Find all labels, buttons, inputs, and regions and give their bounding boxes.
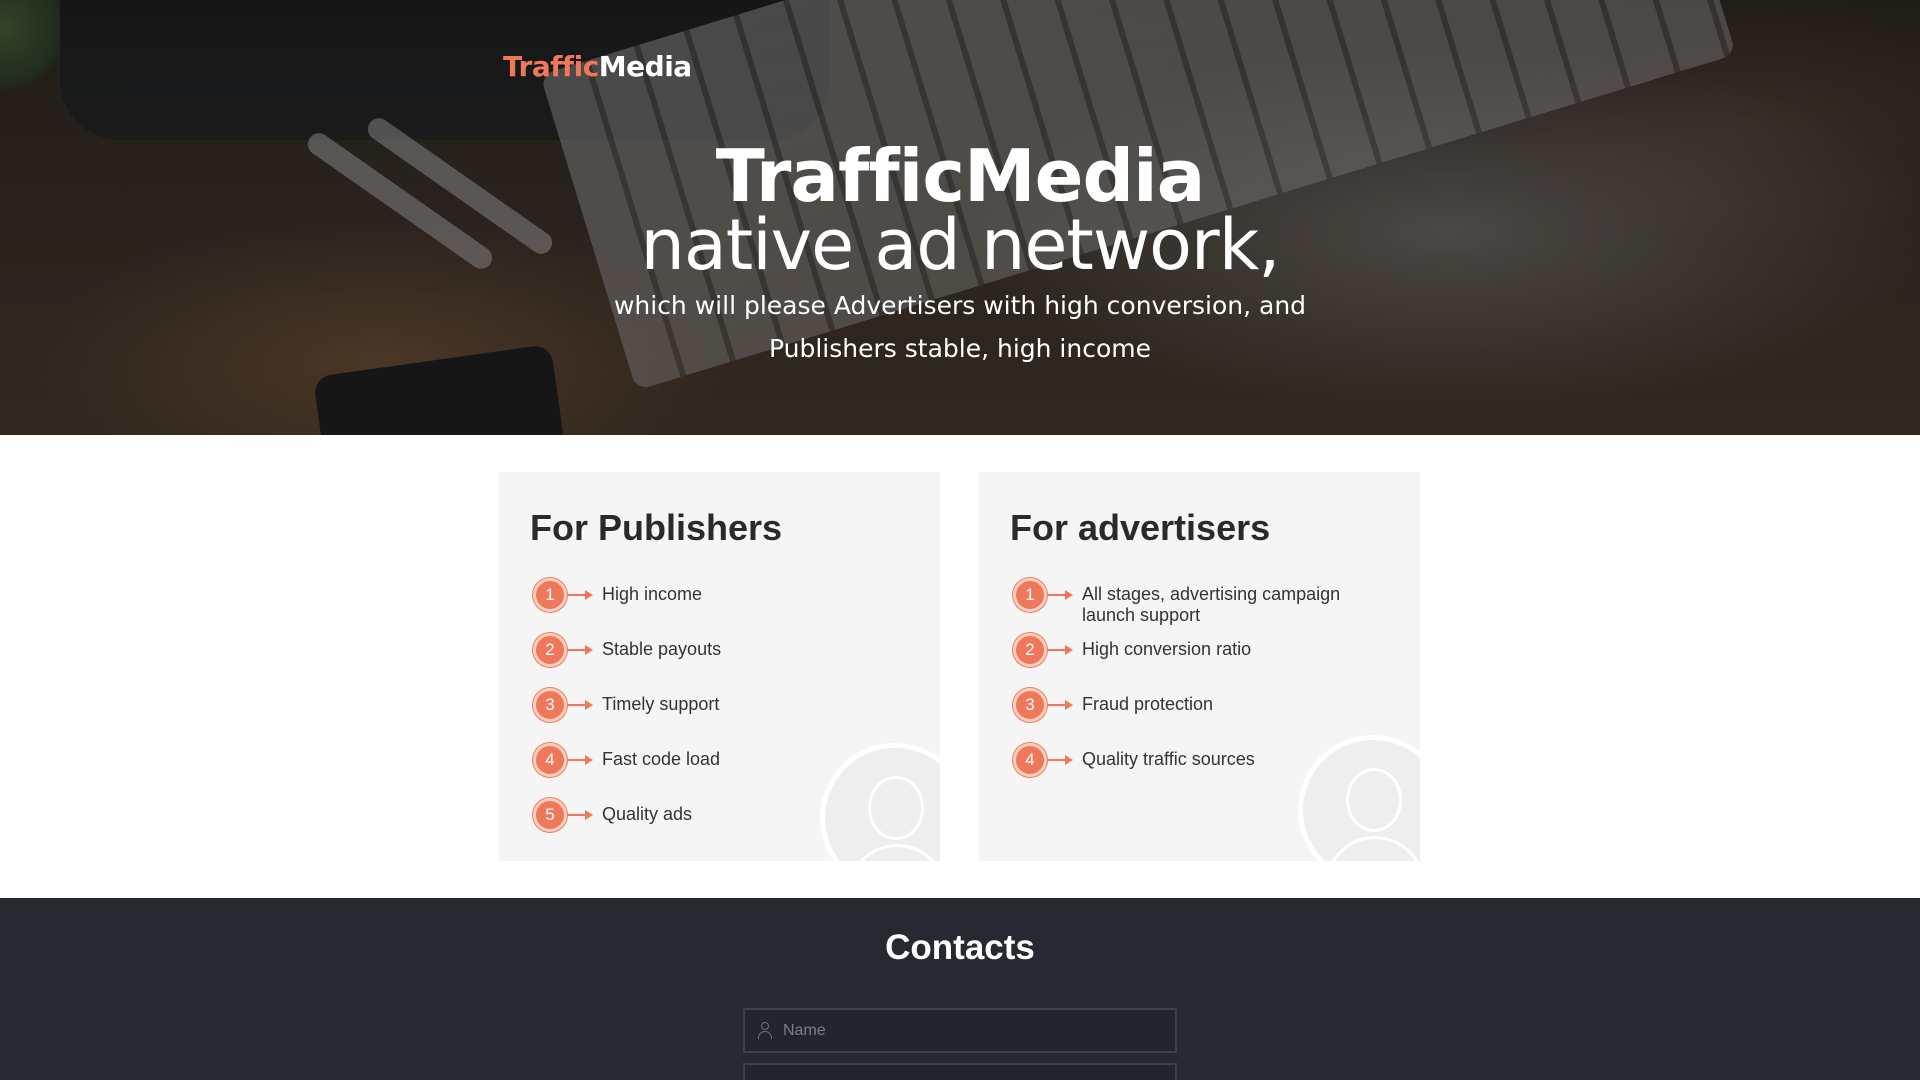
list-item-label: All stages, advertising campaign launch … bbox=[1082, 584, 1341, 625]
number-badge: 3 bbox=[533, 688, 567, 722]
number-badge: 1 bbox=[1013, 578, 1047, 612]
publishers-card: For Publishers 1 High income 2 Stable pa… bbox=[499, 472, 940, 861]
number-badge: 4 bbox=[1013, 743, 1047, 777]
list-item: 3 Timely support bbox=[533, 688, 933, 743]
hero-banner: TrafficMedia TrafficMedia native ad netw… bbox=[0, 0, 1920, 435]
list-item: 1 High income bbox=[533, 578, 933, 633]
arrow-icon bbox=[567, 590, 593, 600]
list-item: 1 All stages, advertising campaign launc… bbox=[1013, 578, 1413, 633]
number-badge: 3 bbox=[1013, 688, 1047, 722]
user-icon bbox=[757, 1022, 773, 1040]
number-badge: 2 bbox=[533, 633, 567, 667]
advertisers-title: For advertisers bbox=[1010, 507, 1271, 548]
number-badge: 2 bbox=[1013, 633, 1047, 667]
logo-part-media: Media bbox=[598, 50, 692, 83]
arrow-icon bbox=[567, 755, 593, 765]
list-item: 3 Fraud protection bbox=[1013, 688, 1413, 743]
advertisers-card: For advertisers 1 All stages, advertisin… bbox=[979, 472, 1420, 861]
number-badge: 5 bbox=[533, 798, 567, 832]
contacts-title: Contacts bbox=[885, 928, 1035, 967]
list-item-label: Timely support bbox=[602, 694, 720, 714]
arrow-icon bbox=[567, 700, 593, 710]
arrow-icon bbox=[1047, 645, 1073, 655]
contacts-section: Contacts bbox=[0, 898, 1920, 1080]
list-item: 2 High conversion ratio bbox=[1013, 633, 1413, 688]
number-badge: 4 bbox=[533, 743, 567, 777]
arrow-icon bbox=[1047, 755, 1073, 765]
list-item-label: Fraud protection bbox=[1082, 694, 1214, 714]
arrow-icon bbox=[1047, 590, 1073, 600]
contact-field[interactable] bbox=[743, 1063, 1177, 1080]
hero-subtitle: native ad network, bbox=[640, 204, 1280, 286]
hero-description: which will please Advertisers with high … bbox=[613, 291, 1307, 363]
list-item: 2 Stable payouts bbox=[533, 633, 933, 688]
number-badge: 1 bbox=[533, 578, 567, 612]
name-input[interactable] bbox=[783, 1010, 1173, 1051]
name-field[interactable] bbox=[743, 1008, 1177, 1053]
logo[interactable]: TrafficMedia bbox=[503, 50, 692, 83]
list-item-label: High income bbox=[602, 584, 703, 604]
arrow-icon bbox=[567, 645, 593, 655]
arrow-icon bbox=[567, 810, 593, 820]
list-item-label: High conversion ratio bbox=[1082, 639, 1252, 659]
publishers-title: For Publishers bbox=[530, 507, 783, 548]
logo-part-traffic: Traffic bbox=[503, 50, 599, 83]
list-item-label: Stable payouts bbox=[602, 639, 722, 659]
arrow-icon bbox=[1047, 700, 1073, 710]
